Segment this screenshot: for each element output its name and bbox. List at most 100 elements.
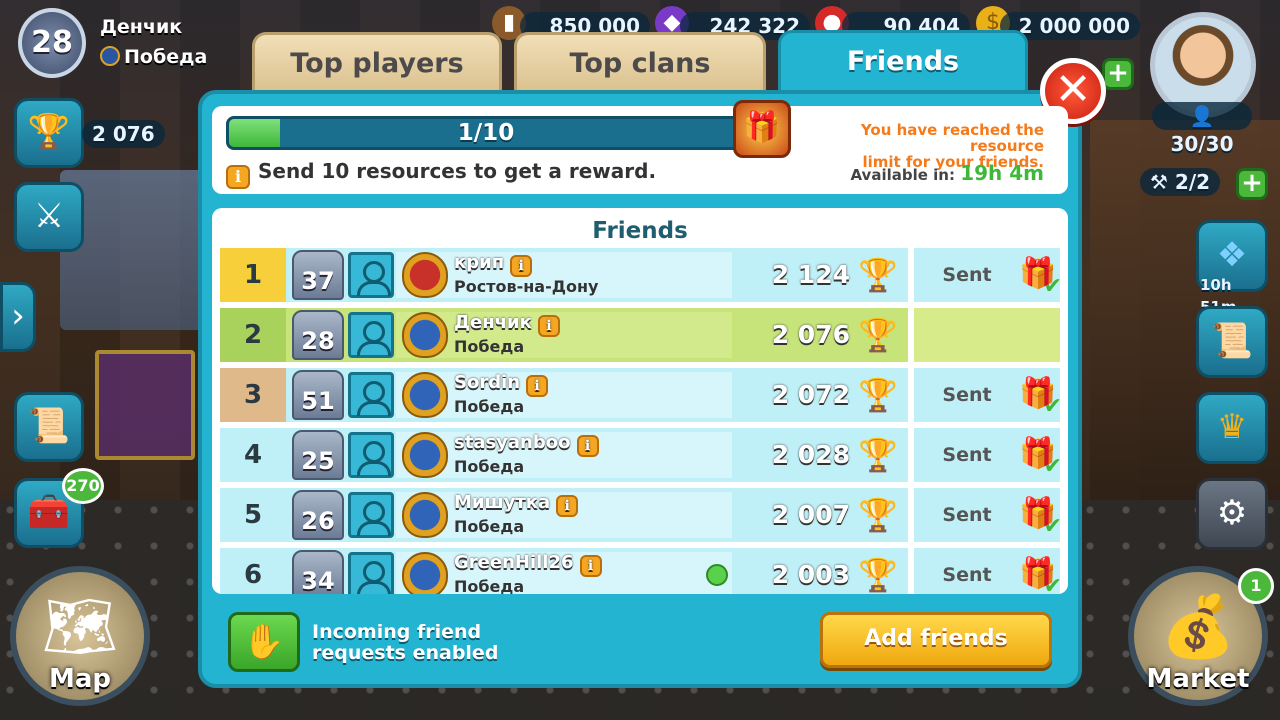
friend-row[interactable]: 2 28 Денчик i Победа 2 076 🏆 (220, 308, 908, 362)
gift-status-cell[interactable]: Sent 🎁 ✔ (914, 488, 1062, 542)
incoming-requests-toggle[interactable]: ✋ (228, 612, 300, 672)
clan-shield-icon[interactable] (402, 432, 448, 478)
friend-name: Мишутка i (454, 492, 579, 517)
event-timer: 10h 51m (1200, 276, 1237, 316)
friend-name-text: Денчик (454, 312, 532, 333)
friend-row[interactable]: 6 34 GreenHill26 i Победа 2 003 🏆 (220, 548, 908, 594)
trophy-icon: 🏆 (858, 496, 898, 534)
hammer-icon: ⚒ (1150, 170, 1168, 194)
player-level-badge[interactable]: 28 (18, 8, 86, 78)
available-time: 19h 4m (960, 161, 1044, 185)
scroll-button[interactable]: 📜 (1196, 306, 1268, 378)
friends-list[interactable]: Friends 1 37 крип i Ростов-на-Дону 2 124 🏆 Sent… (212, 208, 1068, 594)
gift-status-cell[interactable]: Sent 🎁 ✔ (914, 548, 1062, 594)
castle-level-icon: 26 (292, 490, 344, 540)
gift-icon: 🎁 ✔ (1019, 376, 1062, 419)
trophy-icon: 🏆 (27, 112, 71, 152)
crown-icon: ♛ (1216, 407, 1248, 447)
gift-sent-label: Sent (942, 504, 992, 526)
map-button[interactable]: 🗺 Map (10, 566, 150, 706)
friend-row[interactable]: 3 51 Sordin i Победа 2 072 🏆 (220, 368, 908, 422)
friend-avatar-icon[interactable] (348, 252, 394, 298)
clan-shield-icon[interactable] (402, 552, 448, 594)
chest-count-badge: 270 (62, 468, 104, 504)
map-icon: 🗺 (41, 592, 119, 662)
friend-avatar-icon[interactable] (348, 312, 394, 358)
market-bag-icon: 💰 (1160, 592, 1236, 662)
friend-rank: 1 (220, 248, 286, 302)
friend-row[interactable]: 5 26 Мишутка i Победа 2 007 🏆 (220, 488, 908, 542)
incoming-requests-status: Incoming friend requests enabled (312, 622, 498, 664)
castle-level-icon: 28 (292, 310, 344, 360)
add-builder-button[interactable]: + (1236, 168, 1268, 200)
friend-avatar-icon[interactable] (348, 372, 394, 418)
resource-limit-line1: You have reached the resource (860, 121, 1044, 155)
settings-button[interactable]: ⚙ (1196, 478, 1268, 550)
friend-avatar-icon[interactable] (348, 432, 394, 478)
friend-name-text: stasyanboo (454, 432, 571, 453)
friend-row[interactable]: 1 37 крип i Ростов-на-Дону 2 124 🏆 (220, 248, 908, 302)
gift-status-cell[interactable]: Sent 🎁 ✔ (914, 368, 1062, 422)
gift-status-cell (914, 308, 1060, 362)
friend-clan: Победа (454, 457, 525, 476)
trophy-button[interactable]: 🏆 (14, 98, 84, 168)
friend-clan: Победа (454, 577, 525, 594)
crown-button[interactable]: ♛ (1196, 392, 1268, 464)
clan-shield-icon[interactable] (402, 312, 448, 358)
player-clan-name: Победа (124, 46, 208, 68)
quest-button[interactable]: 📜 (14, 392, 84, 462)
castle-level-icon: 34 (292, 550, 344, 594)
checkmark-icon: ✔ (1043, 394, 1062, 419)
info-icon[interactable]: i (537, 315, 560, 337)
available-timer: Available in: 19h 4m (830, 162, 1044, 186)
incoming-line2: requests enabled (312, 642, 499, 664)
add-friends-button[interactable]: Add friends (820, 612, 1052, 668)
info-icon[interactable]: i (226, 165, 250, 189)
builders-value: 2/2 (1174, 170, 1211, 194)
trophy-icon: 🏆 (858, 256, 898, 294)
add-population-button[interactable]: + (1102, 58, 1134, 90)
tab-friends[interactable]: Friends (778, 30, 1028, 96)
chest-icon: 🧰 (27, 492, 71, 532)
friends-list-title: Friends (592, 218, 688, 244)
reward-progress-text: 1/10 (457, 120, 515, 146)
gift-status-cell[interactable]: Sent 🎁 ✔ (914, 428, 1062, 482)
checkmark-icon: ✔ (1043, 454, 1062, 479)
battle-button[interactable]: ⚔ (14, 182, 84, 252)
info-icon[interactable]: i (556, 495, 579, 517)
checkmark-icon: ✔ (1043, 514, 1062, 539)
friend-rank: 3 (220, 368, 286, 422)
clan-shield-icon[interactable] (402, 492, 448, 538)
friend-clan: Победа (454, 337, 525, 356)
chevron-right-icon: › (11, 296, 25, 336)
info-icon[interactable]: i (579, 555, 602, 577)
gift-icon: 🎁 ✔ (1018, 554, 1062, 594)
reward-hint: i Send 10 resources to get a reward. (226, 158, 656, 189)
clan-shield-icon[interactable] (402, 252, 448, 298)
info-icon[interactable]: i (510, 255, 533, 277)
friend-avatar-icon[interactable] (348, 552, 394, 594)
hand-icon: ✋ (242, 622, 286, 662)
tab-top-players[interactable]: Top players (252, 32, 502, 94)
person-icon: 👤 (1189, 104, 1215, 128)
friend-score: 2 076 (771, 320, 850, 349)
friend-name-text: Sordin (454, 372, 521, 393)
tab-top-clans[interactable]: Top clans (514, 32, 766, 94)
friend-avatar-icon[interactable] (348, 492, 394, 538)
info-icon[interactable]: i (576, 435, 599, 457)
gift-status-cell[interactable]: Sent 🎁 ✔ (914, 248, 1062, 302)
side-panel-toggle[interactable]: › (0, 282, 36, 352)
reward-chest-icon[interactable]: 🎁 (733, 100, 791, 158)
friend-clan: Победа (454, 397, 525, 416)
player-clan: Победа (100, 46, 207, 68)
player-name: Денчик (100, 16, 183, 38)
friend-score: 2 028 (771, 440, 850, 469)
clan-shield-icon[interactable] (402, 372, 448, 418)
gift-sent-label: Sent (942, 264, 992, 286)
friend-rank: 6 (220, 548, 286, 594)
friend-row[interactable]: 4 25 stasyanboo i Победа 2 028 🏆 (220, 428, 908, 482)
info-icon[interactable]: i (526, 375, 549, 397)
scroll-icon: 📜 (1210, 321, 1254, 361)
population-value: 30/30 (1170, 132, 1234, 156)
friend-name-text: крип (454, 252, 505, 273)
